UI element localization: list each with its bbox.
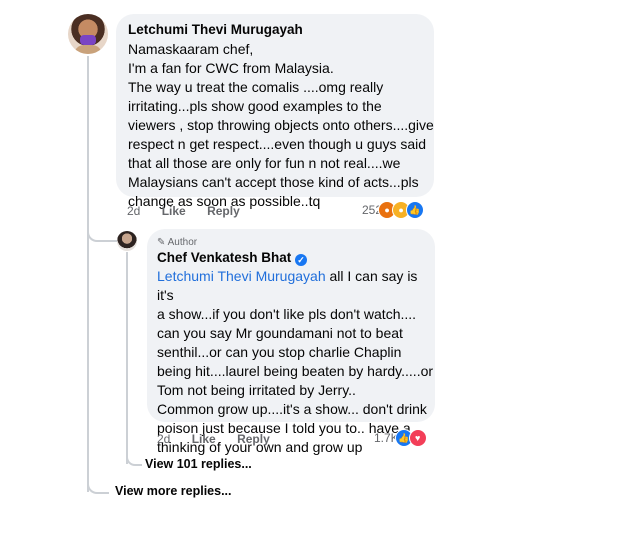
like-button[interactable]: Like	[162, 204, 186, 218]
reply-reaction-summary[interactable]: 1.7K 👍 ♥	[374, 429, 427, 447]
reply-author-row: Chef Venkatesh Bhat ✓	[157, 250, 308, 266]
reply-text: all I can say is it's a show...if you do…	[157, 268, 434, 455]
like-reaction-icon: 👍	[406, 201, 425, 219]
author-badge: ✎ Author	[157, 237, 197, 248]
view-more-replies-link[interactable]: View more replies...	[115, 484, 232, 498]
comment-bubble: Letchumi Thevi Murugayah Namaskaaram che…	[116, 14, 434, 209]
pencil-icon: ✎	[157, 237, 166, 248]
comment-time[interactable]: 2d	[127, 204, 140, 218]
reply-time[interactable]: 2d	[157, 432, 170, 446]
reply-reply-button[interactable]: Reply	[237, 432, 270, 446]
commenter-avatar[interactable]	[68, 14, 108, 54]
reaction-summary[interactable]: 252 ● ● 👍	[362, 201, 425, 219]
reply-connector	[87, 220, 117, 242]
reply-thread-line	[126, 252, 128, 464]
mention-link[interactable]: Letchumi Thevi Murugayah	[157, 268, 326, 284]
comment-actions: 2d Like Reply	[127, 204, 258, 218]
verified-badge-icon: ✓	[295, 254, 308, 266]
reply-bubble: ✎ Author Chef Venkatesh Bhat ✓ Letchumi …	[147, 229, 435, 455]
comment-author[interactable]: Letchumi Thevi Murugayah	[128, 22, 303, 37]
comment-text: Namaskaaram chef, I'm a fan for CWC from…	[128, 41, 434, 209]
reply-avatar[interactable]	[117, 231, 137, 251]
reply-author[interactable]: Chef Venkatesh Bhat	[157, 250, 291, 265]
shirt-graphic	[74, 45, 102, 54]
reply-button[interactable]: Reply	[207, 204, 240, 218]
thread-line	[87, 56, 89, 492]
love-reaction-icon: ♥	[408, 429, 427, 447]
face-mask-graphic	[80, 35, 96, 45]
thread-connector	[87, 474, 109, 494]
author-badge-label: Author	[167, 237, 198, 248]
reply-thread-connector	[126, 448, 142, 466]
view-replies-link[interactable]: View 101 replies...	[145, 457, 252, 471]
reply-actions: 2d Like Reply	[157, 432, 288, 446]
reply-like-button[interactable]: Like	[192, 432, 216, 446]
